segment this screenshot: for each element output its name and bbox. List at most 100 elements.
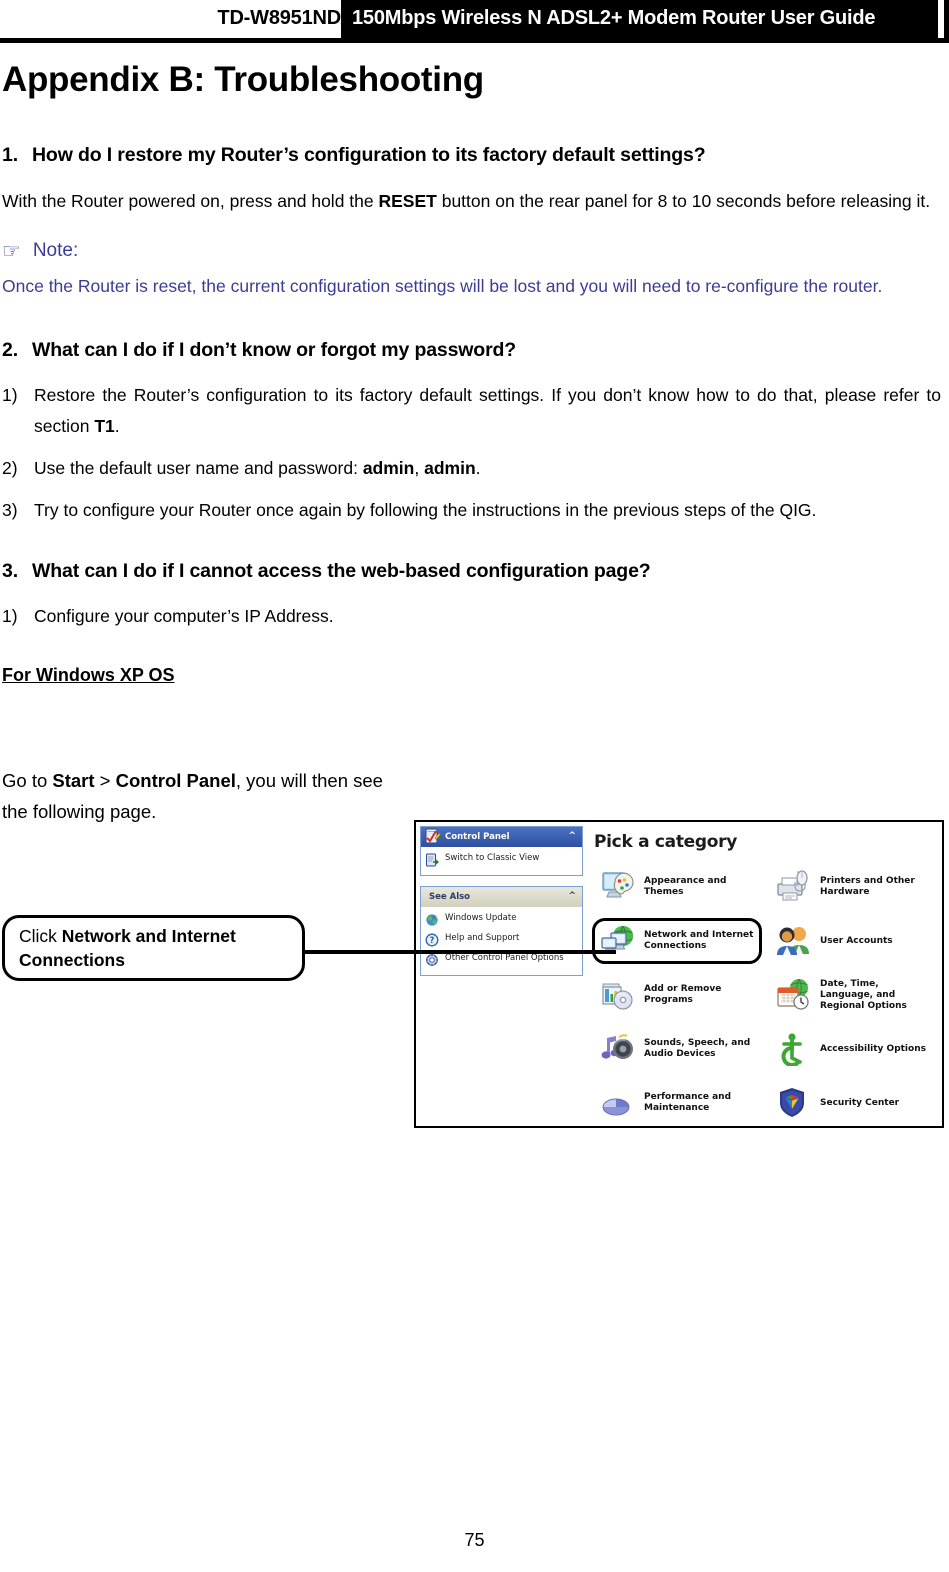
start-keyword: Start: [52, 770, 95, 791]
section-1-number: 1.: [2, 144, 18, 166]
instruction-separator: >: [94, 770, 116, 791]
date-time-language-icon: [775, 978, 813, 1012]
user-accounts-icon: [775, 924, 813, 958]
instruction-pre: Go to: [2, 770, 53, 791]
panel-body: Switch to Classic View: [421, 847, 582, 875]
control-panel-icon: [424, 828, 441, 845]
list-text: Try to configure your Router once again …: [34, 500, 817, 520]
section-2-number: 2.: [2, 339, 18, 361]
callout-text: Click Network and Internet Connections: [19, 924, 288, 972]
item-bold: admin: [362, 458, 415, 478]
control-panel-panel-header: Control Panel ^: [421, 827, 582, 847]
pointing-hand-icon: ☞: [2, 239, 21, 263]
section-2-heading: 2. What can I do if I don’t know or forgo…: [0, 339, 949, 362]
classic-view-icon: [425, 853, 440, 867]
header-rule: [0, 38, 949, 43]
item-text-post: .: [114, 416, 120, 436]
category-appearance-and-themes[interactable]: Appearance and Themes: [592, 864, 762, 910]
category-network-and-internet-connections[interactable]: Network and Internet Connections: [592, 918, 762, 964]
note-body: Once the Router is reset, the current co…: [2, 276, 883, 296]
category-performance-and-maintenance[interactable]: Performance and Maintenance: [592, 1080, 762, 1126]
section-3-heading: 3. What can I do if I cannot access the w…: [0, 560, 949, 583]
instruction-block: Go to Start > Control Panel, you will th…: [2, 765, 397, 827]
category-user-accounts[interactable]: User Accounts: [768, 918, 938, 964]
sidebar-link-label: Switch to Classic View: [445, 853, 540, 863]
chevron-up-icon[interactable]: ^: [568, 830, 576, 842]
pick-a-category-title: Pick a category: [594, 832, 737, 852]
sidebar-link-label: Help and Support: [445, 933, 520, 943]
control-panel-screenshot: Control Panel ^ Switch to Classic View S…: [414, 820, 944, 1128]
item-text-mid: ,: [414, 458, 425, 478]
control-panel-main-area: Pick a category Appearance and Themes Pr…: [592, 828, 938, 1126]
reset-keyword: RESET: [378, 191, 437, 211]
list-marker: 2): [2, 458, 18, 478]
sidebar-link-other-control-panel-options[interactable]: Other Control Panel Options: [425, 953, 578, 967]
sidebar-link-label: Other Control Panel Options: [445, 953, 564, 963]
section-2-list: 1) Restore the Router’s configuration to…: [0, 380, 949, 526]
category-label: Add or Remove Programs: [644, 984, 722, 1005]
add-remove-programs-icon: [599, 978, 637, 1012]
category-sounds-speech-and-audio-devices[interactable]: Sounds, Speech, and Audio Devices: [592, 1026, 762, 1072]
document-content: Appendix B: Troubleshooting 1. How do I r…: [0, 60, 949, 686]
control-panel-keyword: Control Panel: [115, 770, 236, 791]
item-bold-2: admin: [424, 458, 476, 478]
sounds-speech-audio-icon: [599, 1032, 637, 1066]
windows-xp-subheading: For Windows XP OS: [2, 665, 175, 685]
reset-text-pre: With the Router powered on, press and ho…: [2, 191, 379, 211]
section-1-heading-text: How do I restore my Router’s configurati…: [32, 144, 706, 166]
see-also-header: See Also ^: [421, 887, 582, 907]
callout-box: Click Network and Internet Connections: [2, 915, 305, 981]
list-item: 2) Use the default user name and passwor…: [0, 453, 949, 484]
help-support-icon: ?: [425, 933, 439, 947]
printers-hardware-icon: [775, 870, 813, 904]
category-accessibility-options[interactable]: Accessibility Options: [768, 1026, 938, 1072]
category-label: User Accounts: [820, 935, 893, 946]
svg-text:?: ?: [430, 936, 435, 946]
item-text-post: .: [475, 458, 481, 478]
category-grid: Appearance and Themes Printers and Other…: [592, 864, 938, 1126]
section-3-list: 1) Configure your computer’s IP Address.: [0, 601, 949, 632]
chevron-up-icon[interactable]: ^: [568, 890, 576, 902]
list-marker: 1): [2, 385, 18, 405]
header-title-band: 150Mbps Wireless N ADSL2+ Modem Router U…: [341, 0, 938, 38]
item-bold: T1: [94, 416, 115, 436]
list-item: 1) Configure your computer’s IP Address.: [0, 601, 949, 632]
accessibility-options-icon: [775, 1032, 813, 1067]
sidebar-link-help-and-support[interactable]: ? Help and Support: [425, 933, 578, 947]
header-endcap: [944, 0, 949, 38]
category-label: Security Center: [820, 1097, 900, 1108]
windows-update-icon: [425, 913, 439, 927]
section-3-number: 3.: [2, 560, 18, 582]
control-panel-sidebar: Control Panel ^ Switch to Classic View S…: [420, 826, 583, 986]
other-options-icon: [425, 953, 439, 967]
see-also-label: See Also: [429, 892, 471, 902]
callout-pre: Click: [19, 926, 62, 946]
section-1-heading: 1. How do I restore my Router’s configura…: [0, 144, 949, 167]
category-date-time-language-and-regional-options[interactable]: Date, Time, Language, and Regional Optio…: [768, 972, 938, 1018]
panel-body: Windows Update ? Help and Support Other …: [421, 907, 582, 975]
list-text: Restore the Router’s configuration to it…: [34, 380, 949, 442]
category-security-center[interactable]: Security Center: [768, 1080, 938, 1126]
note-header: ☞ Note:: [2, 240, 949, 262]
page-header: TD-W8951ND 150Mbps Wireless N ADSL2+ Mod…: [0, 0, 949, 43]
category-label: Performance and Maintenance: [644, 1092, 732, 1113]
category-label: Appearance and Themes: [644, 876, 727, 897]
sidebar-link-windows-update[interactable]: Windows Update: [425, 913, 578, 927]
reset-text-post: button on the rear panel for 8 to 10 sec…: [436, 191, 931, 211]
category-printers-and-other-hardware[interactable]: Printers and Other Hardware: [768, 864, 938, 910]
item-text-pre: Use the default user name and password:: [34, 458, 363, 478]
note-label: Note:: [32, 240, 79, 261]
performance-maintenance-icon: [599, 1086, 637, 1120]
list-item: 1) Restore the Router’s configuration to…: [0, 380, 949, 442]
list-text: Use the default user name and password: …: [34, 453, 949, 484]
panel-header-label: Control Panel: [445, 832, 510, 842]
category-label: Sounds, Speech, and Audio Devices: [644, 1038, 751, 1059]
category-label: Accessibility Options: [820, 1043, 926, 1054]
item-text-pre: Restore the Router’s configuration to it…: [34, 385, 941, 436]
category-add-or-remove-programs[interactable]: Add or Remove Programs: [592, 972, 762, 1018]
header-guide-title: 150Mbps Wireless N ADSL2+ Modem Router U…: [352, 7, 876, 29]
page-number: 75: [464, 1530, 485, 1550]
header-model-name: TD-W8951ND: [217, 7, 341, 29]
sidebar-link-switch-to-classic-view[interactable]: Switch to Classic View: [425, 853, 578, 867]
section-3-heading-text: What can I do if I cannot access the web…: [32, 560, 651, 582]
